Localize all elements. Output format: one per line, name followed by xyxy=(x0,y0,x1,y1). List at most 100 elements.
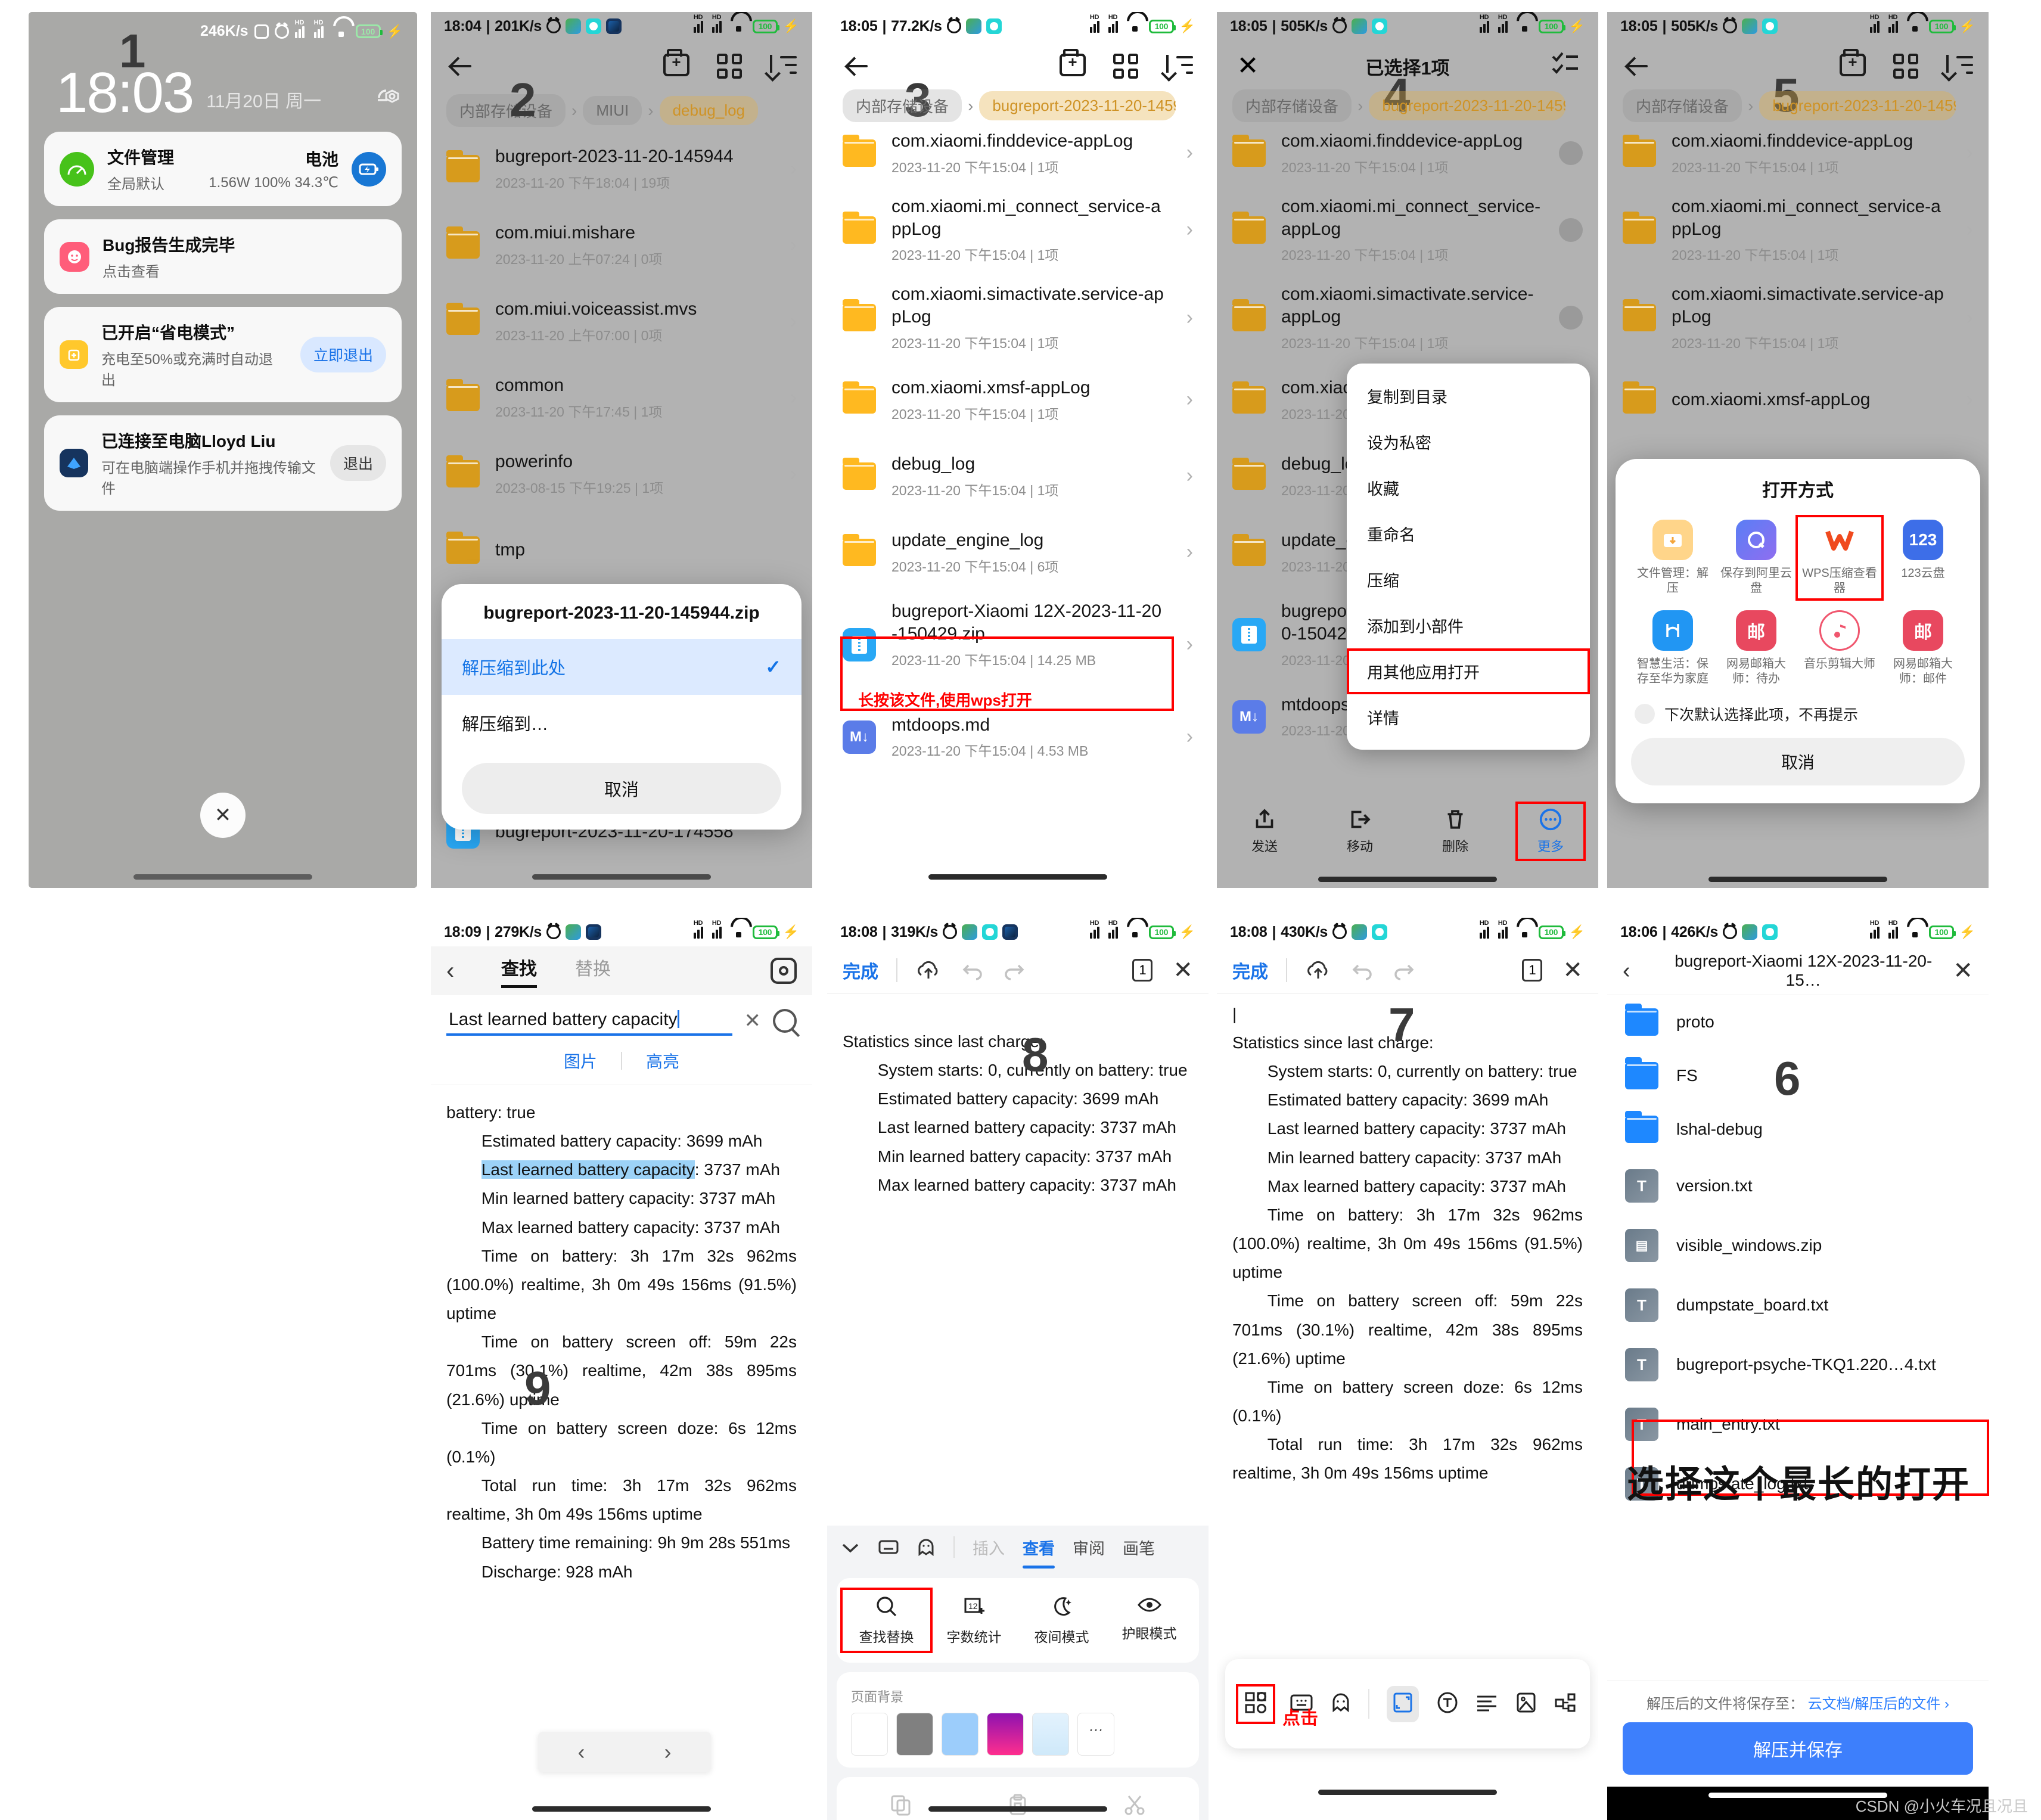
menu-item-copy-to[interactable]: 复制到目录 xyxy=(1347,373,1590,419)
select-all-icon[interactable] xyxy=(1552,51,1583,82)
list-item[interactable]: com.xiaomi.xmsf-appLog 2023-11-20 下午15:04… xyxy=(827,362,1209,438)
close-icon[interactable]: ✕ xyxy=(1953,959,1973,983)
clear-icon[interactable]: ✕ xyxy=(744,1009,762,1033)
shapes-icon[interactable] xyxy=(1554,1692,1577,1716)
breadcrumb-item-2[interactable]: debug_log xyxy=(659,96,759,125)
list-item[interactable]: T dumpstate_log.txt xyxy=(1607,1454,1989,1514)
tool-paste[interactable]: 粘贴 xyxy=(959,1789,1076,1820)
tab-review[interactable]: 审阅 xyxy=(1073,1536,1105,1559)
tab-insert[interactable]: 插入 xyxy=(973,1536,1005,1559)
menu-item-favorite[interactable]: 收藏 xyxy=(1347,465,1590,511)
notification-battery-saver[interactable]: 已开启“省电模式” 充电至50%或充满时自动退出 立即退出 xyxy=(44,307,402,403)
swatch-white[interactable] xyxy=(851,1713,888,1756)
ghost-icon[interactable] xyxy=(1330,1692,1352,1716)
redo-icon[interactable] xyxy=(1002,960,1027,980)
apps-grid-icon[interactable] xyxy=(1236,1684,1276,1724)
checkbox-icon[interactable] xyxy=(1635,704,1655,724)
list-item[interactable]: tmp xyxy=(431,512,812,588)
fit-page-icon[interactable] xyxy=(1386,1685,1419,1722)
menu-item-rename[interactable]: 重命名 xyxy=(1347,511,1590,557)
breadcrumb-item-1[interactable]: MIUI xyxy=(583,96,642,125)
cancel-button[interactable]: 取消 xyxy=(1631,738,1965,785)
list-item[interactable]: proto xyxy=(1607,995,1989,1049)
app-smart-life[interactable]: 智慧生活：保存至华为家庭 xyxy=(1631,608,1714,689)
close-icon[interactable]: ✕ xyxy=(1562,958,1583,982)
back-button[interactable] xyxy=(1623,51,1654,82)
breadcrumb-item-1[interactable]: bugreport-2023-11-20-145944 xyxy=(1369,91,1566,120)
breadcrumb-item-0[interactable]: 内部存储设备 xyxy=(1623,89,1742,122)
menu-item-details[interactable]: 详情 xyxy=(1347,694,1590,740)
list-item[interactable]: com.xiaomi.simactivate.service-appLog 202… xyxy=(827,274,1209,362)
notification-file-manager[interactable]: 文件管理 全局默认 电池 1.56W 100% 34.3℃ xyxy=(44,132,402,207)
notification-pc-link[interactable]: 已连接至电脑Lloyd Liu 可在电脑端操作手机并拖拽传输文件 退出 xyxy=(44,415,402,511)
tab-pen[interactable]: 画笔 xyxy=(1123,1536,1155,1559)
tool-find-replace[interactable]: 查找替换 xyxy=(840,1588,933,1653)
tool-copy[interactable]: 复制 xyxy=(843,1789,959,1820)
chevron-down-icon[interactable] xyxy=(840,1540,860,1554)
tab-find[interactable]: 查找 xyxy=(501,954,537,988)
breadcrumb-item-1[interactable]: bugreport-2023-11-20-145944 xyxy=(979,91,1176,120)
menu-item-compress[interactable]: 压缩 xyxy=(1347,557,1590,602)
list-item[interactable]: debug_log 2023-11-20 下午15:04 | 1项 › xyxy=(827,438,1209,514)
ghost-icon[interactable] xyxy=(917,1538,936,1556)
list-item[interactable]: com.xiaomi.simactivate.service-appLog 202… xyxy=(1607,274,1989,362)
new-folder-icon[interactable] xyxy=(1060,49,1086,76)
undo-icon[interactable] xyxy=(1349,960,1374,980)
done-button[interactable]: 完成 xyxy=(843,957,878,983)
page-indicator[interactable]: 1 xyxy=(1132,958,1153,982)
list-item-zip[interactable]: bugreport-Xiaomi 12X-2023-11-20-150429.z… xyxy=(827,591,1209,699)
save-location-path[interactable]: 云文档/解压后的文件 xyxy=(1808,1696,1941,1712)
notification-bug-report[interactable]: Bug报告生成完毕 点击查看 xyxy=(44,219,402,294)
menu-item-open-with[interactable]: 用其他应用打开 xyxy=(1347,648,1590,694)
tool-word-count[interactable]: 12 字数统计 xyxy=(930,1590,1018,1651)
redo-icon[interactable] xyxy=(1392,960,1417,980)
tool-eye-protection[interactable]: 护眼模式 xyxy=(1105,1590,1193,1651)
keyboard-icon[interactable] xyxy=(878,1539,899,1555)
swatch-landscape[interactable] xyxy=(1032,1713,1069,1756)
list-item[interactable]: com.xiaomi.simactivate.service-appLog 202… xyxy=(1217,274,1598,362)
list-item[interactable]: com.xiaomi.mi_connect_service-appLog 2023… xyxy=(827,186,1209,274)
list-item[interactable]: M↓ mtdoops.md 2023-11-20 下午15:04 | 4.53 M… xyxy=(827,699,1209,775)
app-wps-zip-viewer[interactable]: WPS压缩查看器 xyxy=(1795,515,1884,601)
list-item[interactable]: FS xyxy=(1607,1049,1989,1102)
list-item[interactable]: powerinfo 2023-08-15 下午19:25 | 1项 › xyxy=(431,436,812,512)
exit-pc-link-button[interactable]: 退出 xyxy=(330,445,386,482)
list-item[interactable]: com.xiaomi.xmsf-appLog › xyxy=(1607,362,1989,438)
cancel-button[interactable]: 取消 xyxy=(462,763,781,814)
tab-replace[interactable]: 替换 xyxy=(575,954,611,988)
close-notifications-button[interactable]: ✕ xyxy=(200,793,246,838)
find-highlight-button[interactable]: 高亮 xyxy=(646,1049,679,1073)
cloud-upload-icon[interactable] xyxy=(1305,959,1331,981)
more-button[interactable]: 更多 xyxy=(1515,802,1586,861)
list-item[interactable]: com.xiaomi.mi_connect_service-appLog 2023… xyxy=(1217,186,1598,274)
select-checkbox[interactable] xyxy=(1559,306,1583,330)
list-item[interactable]: update_engine_log 2023-11-20 下午15:04 | 6项… xyxy=(827,514,1209,591)
sort-icon[interactable] xyxy=(1166,54,1193,77)
list-item[interactable]: com.miui.voiceassist.mvs 2023-11-20 上午07:… xyxy=(431,283,812,359)
find-images-button[interactable]: 图片 xyxy=(564,1049,597,1073)
do-not-disturb-icon[interactable] xyxy=(374,82,402,119)
align-icon[interactable] xyxy=(1475,1694,1498,1715)
image-icon[interactable] xyxy=(1515,1692,1537,1716)
list-item[interactable]: ▤ visible_windows.zip xyxy=(1607,1216,1989,1275)
grid-view-icon[interactable] xyxy=(717,54,742,79)
find-next-button[interactable]: › xyxy=(664,1740,672,1765)
done-button[interactable]: 完成 xyxy=(1232,957,1268,983)
list-item[interactable]: common 2023-11-20 下午17:45 | 1项 › xyxy=(431,359,812,436)
list-item[interactable]: T version.txt xyxy=(1607,1156,1989,1216)
new-folder-icon[interactable] xyxy=(663,49,689,76)
app-123-cloud[interactable]: 123 123云盘 xyxy=(1881,517,1965,598)
send-button[interactable]: 发送 xyxy=(1232,804,1297,859)
menu-item-set-private[interactable]: 设为私密 xyxy=(1347,419,1590,465)
exit-battery-saver-button[interactable]: 立即退出 xyxy=(300,337,386,373)
list-item[interactable]: T main_entry.txt xyxy=(1607,1394,1989,1454)
list-item-target[interactable]: T bugreport-psyche-TKQ1.220…4.txt xyxy=(1607,1335,1989,1394)
swatch-more[interactable]: ··· xyxy=(1077,1713,1114,1756)
close-icon[interactable]: ✕ xyxy=(1173,958,1193,982)
list-item[interactable]: com.xiaomi.mi_connect_service-appLog 2023… xyxy=(1607,186,1989,274)
move-button[interactable]: 移动 xyxy=(1327,804,1393,859)
sort-icon[interactable] xyxy=(769,54,797,77)
app-music-editor[interactable]: 音乐剪辑大师 xyxy=(1798,608,1881,689)
tab-view[interactable]: 查看 xyxy=(1023,1536,1055,1569)
delete-button[interactable]: 删除 xyxy=(1422,804,1488,859)
